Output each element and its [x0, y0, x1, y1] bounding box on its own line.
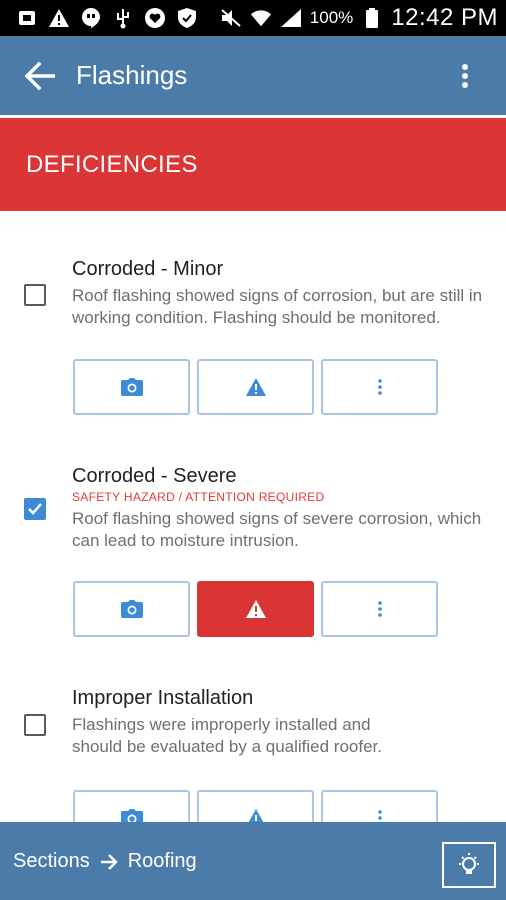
heart-icon — [144, 7, 166, 29]
deficiency-item: Corroded - Severe SAFETY HAZARD / ATTENT… — [0, 462, 506, 652]
camera-icon — [120, 378, 143, 396]
item-checkbox[interactable] — [24, 714, 46, 736]
item-description: Roof flashing showed signs of corrosion,… — [72, 286, 483, 327]
safety-hazard-button[interactable] — [197, 581, 314, 637]
photo-button[interactable] — [73, 581, 190, 637]
signal-icon — [280, 7, 302, 29]
usb-icon — [112, 7, 134, 29]
clock: 12:42 PM — [391, 4, 498, 31]
more-options-button[interactable] — [321, 359, 438, 415]
check-icon — [28, 503, 42, 515]
more-options-button[interactable] — [321, 581, 438, 637]
battery-percent: 100% — [309, 8, 354, 27]
overflow-menu-button[interactable] — [450, 58, 480, 94]
warning-icon — [245, 600, 266, 618]
tips-button[interactable] — [442, 842, 496, 888]
more-vert-icon — [462, 64, 468, 88]
app-bar: Flashings — [0, 36, 506, 115]
more-vert-icon — [377, 379, 382, 395]
arrow-right-icon — [100, 853, 118, 870]
lightbulb-icon — [459, 853, 479, 874]
back-button[interactable] — [18, 53, 64, 99]
mute-icon — [220, 7, 242, 29]
more-vert-icon — [377, 601, 382, 617]
deficiency-item: Corroded - Minor Roof flashing showed si… — [0, 240, 506, 430]
camera-icon — [120, 600, 143, 618]
item-description-line-2: should be evaluated by a qualified roofe… — [72, 737, 383, 756]
photo-button[interactable] — [73, 359, 190, 415]
warning-icon — [48, 7, 70, 29]
battery-icon — [361, 7, 383, 29]
item-checkbox[interactable] — [24, 498, 46, 520]
breadcrumb-sections[interactable]: Sections — [13, 850, 90, 873]
item-actions — [73, 359, 438, 415]
warning-icon — [245, 378, 266, 396]
deficiency-item: Improper Installation Flashings were imp… — [0, 684, 506, 846]
section-title: DEFICIENCIES — [26, 150, 198, 178]
shield-icon — [176, 7, 198, 29]
bottom-bar: Sections Roofing — [0, 822, 506, 900]
section-header: DEFICIENCIES — [0, 118, 506, 211]
safety-hazard-label: SAFETY HAZARD / ATTENTION REQUIRED — [72, 490, 325, 504]
item-actions — [73, 581, 438, 637]
item-checkbox[interactable] — [24, 284, 46, 306]
status-bar: 100% 12:42 PM — [0, 0, 506, 36]
item-title: Corroded - Severe — [72, 465, 237, 487]
item-title: Corroded - Minor — [72, 258, 224, 280]
item-description-line-1: Flashings were improperly installed and — [72, 715, 371, 734]
item-title: Improper Installation — [72, 687, 254, 709]
wifi-icon — [250, 7, 272, 29]
item-description: Roof flashing showed signs of severe cor… — [72, 509, 482, 550]
page-title: Flashings — [76, 60, 188, 90]
breadcrumb: Sections Roofing — [13, 850, 197, 873]
arrow-back-icon — [25, 61, 55, 90]
screenshot-icon — [16, 7, 38, 29]
hangouts-icon — [80, 7, 102, 29]
safety-hazard-button[interactable] — [197, 359, 314, 415]
breadcrumb-roofing[interactable]: Roofing — [128, 850, 197, 873]
